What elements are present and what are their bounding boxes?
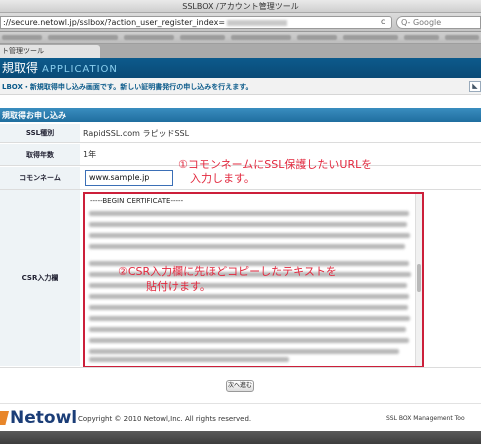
notice-text: LBOX・新規取得申し込み画面です。新しい証明書発行の申し込みを行えます。 <box>2 83 253 91</box>
csr-scrollbar[interactable] <box>415 194 422 366</box>
browser-toolbar: ://secure.netowl.jp/sslbox/?action_user_… <box>0 13 481 32</box>
bookmarks-bar <box>0 32 481 44</box>
ssl-type-value: RapidSSL.com ラピッドSSL <box>83 128 190 138</box>
bookmark-item[interactable] <box>343 35 398 40</box>
address-bar[interactable]: ://secure.netowl.jp/sslbox/?action_user_… <box>0 16 392 29</box>
collapse-icon[interactable]: ◣ <box>469 81 481 92</box>
page-subtitle: APPLICATION <box>42 64 118 75</box>
csr-textarea[interactable]: -----BEGIN CERTIFICATE----- <box>83 192 424 368</box>
page-title: 規取得 APPLICATION <box>2 60 118 78</box>
system-name: SSL BOX Management Too <box>386 415 465 422</box>
csr-line <box>89 211 409 216</box>
csr-label: CSR入力欄 <box>0 190 80 366</box>
csr-scroll-thumb[interactable] <box>417 264 421 292</box>
address-redacted <box>227 19 288 26</box>
callout-common-name-line2: 入力します。 <box>190 172 255 185</box>
window-titlebar: SSLBOX /アカウント管理ツール <box>0 0 481 13</box>
search-input[interactable]: Q- Google <box>396 16 481 29</box>
logo-text: Netowl <box>10 408 78 428</box>
years-value: 1年 <box>83 150 97 159</box>
next-button[interactable]: 次へ進む <box>226 380 254 392</box>
years-label: 取得年数 <box>0 144 80 165</box>
csr-line <box>89 357 289 362</box>
copyright-text: Copyright © 2010 Netowl,Inc. All rights … <box>78 415 252 423</box>
bookmark-item[interactable] <box>404 35 439 40</box>
bottom-bar <box>0 431 481 444</box>
bookmark-item[interactable] <box>48 35 118 40</box>
csr-line <box>89 283 407 288</box>
section-title: 規取得お申し込み <box>2 111 66 120</box>
bookmark-item[interactable] <box>231 35 291 40</box>
page-title-text: 規取得 <box>2 61 39 75</box>
csr-line <box>89 222 407 227</box>
callout-csr-line2: 貼付けます。 <box>146 280 211 293</box>
notice-bar: LBOX・新規取得申し込み画面です。新しい証明書発行の申し込みを行えます。 ◣ <box>0 78 481 95</box>
csr-header: -----BEGIN CERTIFICATE----- <box>90 197 184 205</box>
bookmark-item[interactable] <box>180 35 225 40</box>
csr-line <box>89 338 409 343</box>
owl-logo-icon <box>0 411 9 425</box>
csr-line <box>89 316 410 321</box>
search-placeholder: Q- Google <box>401 18 442 27</box>
netowl-logo: Netowl <box>0 408 77 428</box>
tab-label: ト管理ツール <box>2 47 44 55</box>
bookmark-item[interactable] <box>124 35 174 40</box>
csr-line <box>89 327 406 332</box>
footer: Netowl Copyright © 2010 Netowl,Inc. All … <box>0 403 481 431</box>
csr-line <box>89 233 410 238</box>
bookmark-item[interactable] <box>297 35 337 40</box>
callout-common-name-line1: ①コモンネームにSSL保護したいURLを <box>178 158 373 171</box>
ssl-type-row: SSL種別 RapidSSL.com ラピッドSSL <box>0 124 481 143</box>
callout-csr-line1: ②CSR入力欄に先ほどコピーしたテキストを <box>118 265 337 278</box>
csr-line <box>89 305 408 310</box>
reload-icon[interactable]: c <box>381 17 385 26</box>
common-name-input[interactable]: www.sample.jp <box>85 170 173 186</box>
ssl-type-label: SSL種別 <box>0 124 80 142</box>
bookmark-item[interactable] <box>2 35 42 40</box>
tab-account-tool[interactable]: ト管理ツール <box>0 45 100 58</box>
csr-line <box>89 349 399 354</box>
common-name-value: www.sample.jp <box>89 173 150 182</box>
csr-line <box>89 294 409 299</box>
window-title: SSLBOX /アカウント管理ツール <box>182 2 299 11</box>
tab-bar: ト管理ツール <box>0 44 481 58</box>
common-name-label: コモンネーム <box>0 167 80 189</box>
csr-line <box>89 244 405 249</box>
page-banner: 規取得 APPLICATION <box>0 58 481 78</box>
bookmark-item[interactable] <box>445 35 479 40</box>
section-header: 規取得お申し込み <box>0 108 481 122</box>
address-url: ://secure.netowl.jp/sslbox/?action_user_… <box>3 18 226 27</box>
